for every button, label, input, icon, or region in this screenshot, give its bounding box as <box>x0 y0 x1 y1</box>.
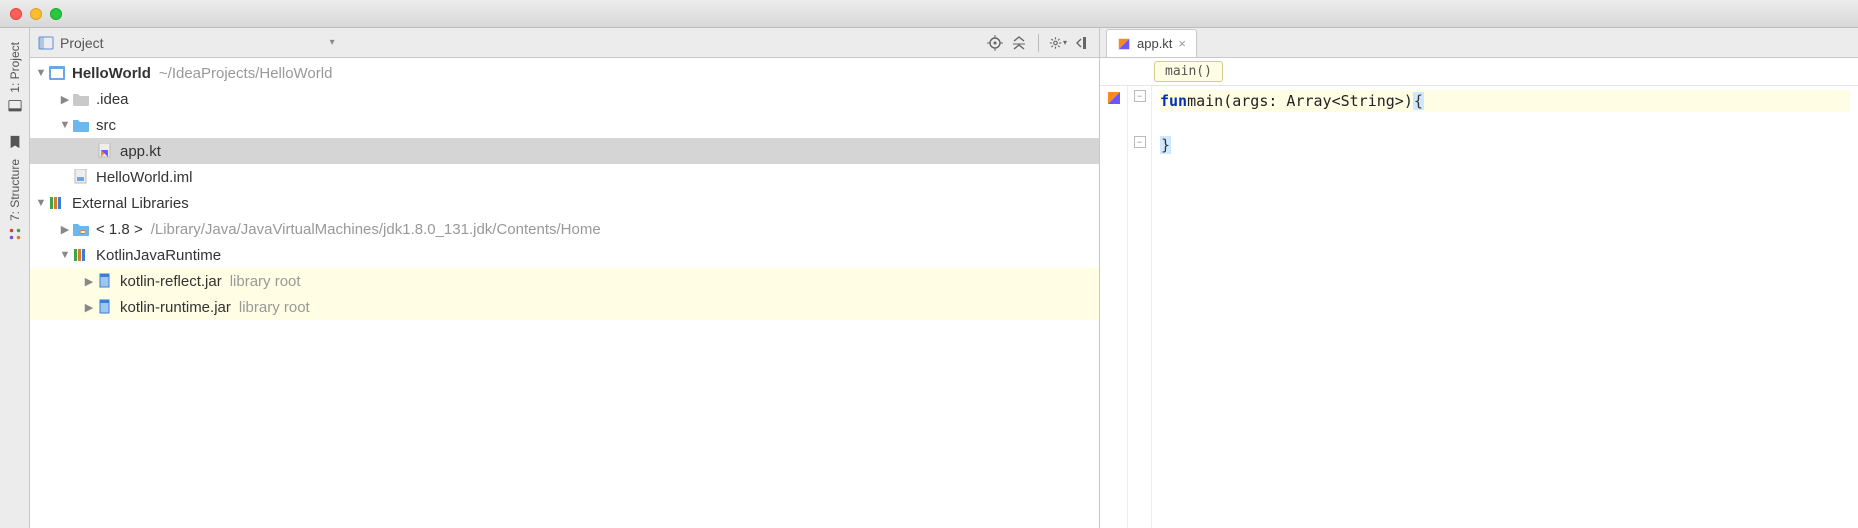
hide-panel-icon[interactable] <box>1073 34 1091 52</box>
editor-gutter[interactable]: − − <box>1128 86 1152 528</box>
code-text: main(args: Array<String>) <box>1187 92 1413 110</box>
tool-window-rail: 1: Project 7: Structure <box>0 28 30 528</box>
fold-toggle-icon[interactable]: − <box>1134 90 1146 102</box>
tree-node-external-libraries[interactable]: ▼ External Libraries <box>30 190 1099 216</box>
libraries-icon <box>48 195 66 211</box>
project-icon <box>8 99 22 113</box>
expand-arrow-icon[interactable]: ▼ <box>58 249 72 261</box>
expand-arrow-icon[interactable]: ▼ <box>34 197 48 209</box>
locate-icon[interactable] <box>986 34 1004 52</box>
tree-node-folder-src[interactable]: ▼ src <box>30 112 1099 138</box>
rail-item-structure[interactable]: 7: Structure <box>4 149 26 251</box>
rail-label: 1: Project <box>8 42 22 93</box>
tab-label: app.kt <box>1137 36 1172 51</box>
source-folder-icon <box>72 117 90 133</box>
tree-node-library[interactable]: ▼ KotlinJavaRuntime <box>30 242 1099 268</box>
project-panel-header: Project ▾ ▾ <box>30 28 1099 58</box>
tree-node-jar[interactable]: ▶ kotlin-runtime.jar library root <box>30 294 1099 320</box>
editor-tab[interactable]: app.kt × <box>1106 29 1197 57</box>
fold-toggle-icon[interactable]: − <box>1134 136 1146 148</box>
project-view-icon <box>38 35 54 51</box>
editor-tabbar: app.kt × <box>1100 28 1858 58</box>
tree-node-file-selected[interactable]: app.kt <box>30 138 1099 164</box>
code-line[interactable] <box>1160 112 1850 134</box>
tree-node-project-root[interactable]: ▼ HelloWorld ~/IdeaProjects/HelloWorld <box>30 60 1099 86</box>
jar-icon <box>96 299 114 315</box>
tree-node-jdk[interactable]: ▶ < 1.8 > /Library/Java/JavaVirtualMachi… <box>30 216 1099 242</box>
kotlin-file-icon <box>96 143 114 159</box>
window-minimize-button[interactable] <box>30 8 42 20</box>
panel-title: Project <box>60 35 104 51</box>
code-editor[interactable]: fun main(args: Array<String>) { } <box>1152 86 1858 528</box>
expand-arrow-icon[interactable]: ▼ <box>58 119 72 131</box>
rail-label: 7: Structure <box>8 159 22 221</box>
brace: { <box>1413 92 1424 110</box>
expand-arrow-icon[interactable]: ▼ <box>34 67 48 79</box>
code-line[interactable]: } <box>1160 134 1850 156</box>
project-tree[interactable]: ▼ HelloWorld ~/IdeaProjects/HelloWorld ▶… <box>30 58 1099 528</box>
kotlin-file-icon <box>1106 90 1122 106</box>
code-line[interactable]: fun main(args: Array<String>) { <box>1160 90 1850 112</box>
breadcrumb: main() <box>1100 58 1858 86</box>
structure-icon <box>8 227 22 241</box>
collapse-all-icon[interactable] <box>1010 34 1028 52</box>
module-icon <box>48 65 66 81</box>
kotlin-file-icon <box>1117 37 1131 51</box>
project-panel: Project ▾ ▾ <box>30 28 1100 528</box>
expand-arrow-icon[interactable]: ▶ <box>58 223 72 236</box>
file-type-strip <box>1100 86 1128 528</box>
project-view-combo[interactable]: ▾ <box>330 37 335 48</box>
editor-panel: app.kt × main() − − fun main(args: <box>1100 28 1858 528</box>
breadcrumb-item[interactable]: main() <box>1154 61 1223 82</box>
folder-icon <box>72 91 90 107</box>
jdk-icon <box>72 221 90 237</box>
bookmark-icon <box>8 135 22 149</box>
gear-icon[interactable]: ▾ <box>1049 34 1067 52</box>
window-maximize-button[interactable] <box>50 8 62 20</box>
jar-icon <box>96 273 114 289</box>
rail-item-project[interactable]: 1: Project <box>4 32 26 123</box>
expand-arrow-icon[interactable]: ▶ <box>82 275 96 288</box>
close-icon[interactable]: × <box>1178 36 1186 51</box>
expand-arrow-icon[interactable]: ▶ <box>82 301 96 314</box>
expand-arrow-icon[interactable]: ▶ <box>58 93 72 106</box>
brace: } <box>1160 136 1171 154</box>
keyword: fun <box>1160 92 1187 110</box>
library-group-icon <box>72 247 90 263</box>
window-titlebar <box>0 0 1858 28</box>
tree-node-folder[interactable]: ▶ .idea <box>30 86 1099 112</box>
tree-node-jar[interactable]: ▶ kotlin-reflect.jar library root <box>30 268 1099 294</box>
tree-node-file[interactable]: HelloWorld.iml <box>30 164 1099 190</box>
module-file-icon <box>72 169 90 185</box>
window-close-button[interactable] <box>10 8 22 20</box>
